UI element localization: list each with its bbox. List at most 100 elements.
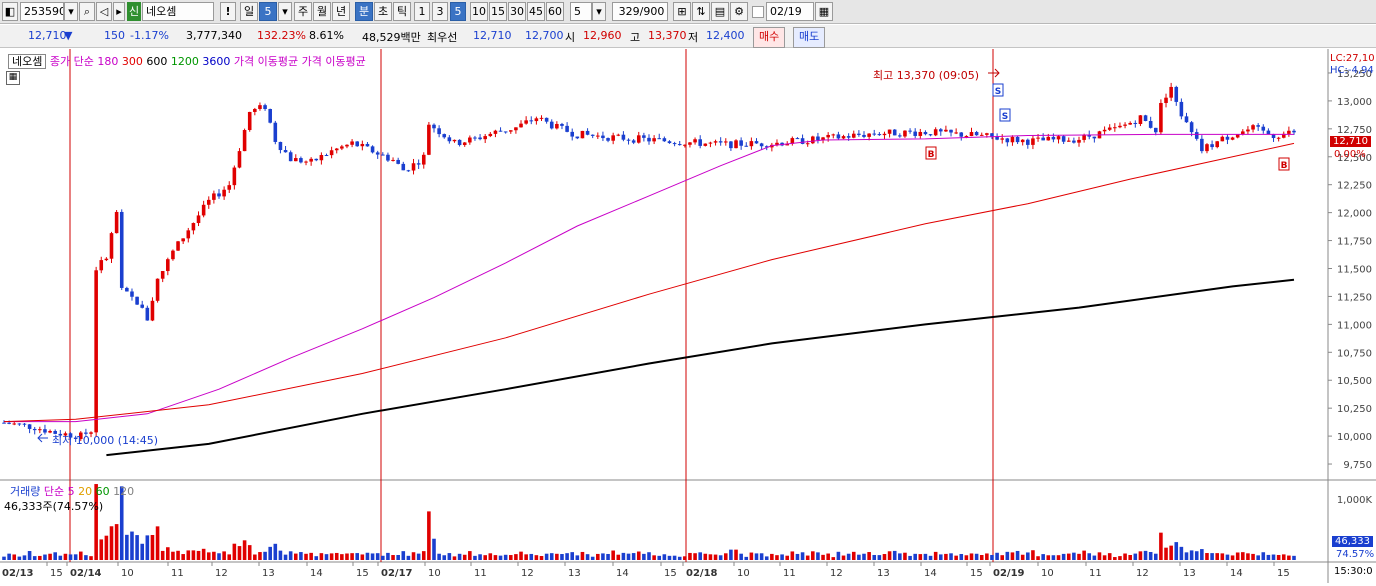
volume-bar <box>12 554 17 560</box>
volume-bar <box>590 556 595 560</box>
save-icon[interactable]: ▤ <box>711 2 729 21</box>
low-price: 12,400 <box>706 29 745 42</box>
volume-bar <box>237 546 242 560</box>
period-dropdown-icon[interactable]: ▾ <box>278 2 292 21</box>
volume-legend: 거래량 단순 5 20 60 120 <box>10 483 134 499</box>
unit-tick-button[interactable]: 틱 <box>393 2 411 21</box>
candle-body <box>708 142 713 144</box>
minute-30-button[interactable]: 30 <box>508 2 526 21</box>
candle-body <box>1010 136 1015 143</box>
candle-body <box>314 158 319 161</box>
interval-input[interactable]: 5 <box>570 2 592 21</box>
interval-dropdown-icon[interactable]: ▾ <box>592 2 606 21</box>
volume-bar <box>759 553 764 560</box>
gear-icon[interactable]: ⚙ <box>730 2 748 21</box>
count-field[interactable]: 329/900 <box>612 2 668 21</box>
candlestick-chart[interactable]: 13,25013,00012,75012,50012,25012,00011,7… <box>0 49 1376 583</box>
minute-45-button[interactable]: 45 <box>527 2 545 21</box>
sell-button[interactable]: 매도 <box>793 27 826 48</box>
volume-bar <box>1246 553 1250 560</box>
price-tick-label: 11,250 <box>1337 292 1372 303</box>
candle-body <box>744 145 749 147</box>
volume-bar <box>1051 555 1056 560</box>
volume-bar <box>826 553 830 560</box>
calendar-icon[interactable]: ▦ <box>815 2 833 21</box>
minute-10-button[interactable]: 10 <box>470 2 488 21</box>
unit-minute-button[interactable]: 분 <box>355 2 373 21</box>
stock-name-field[interactable]: 네오셈 <box>142 2 214 21</box>
stock-code-input[interactable]: 253590 <box>20 2 64 21</box>
hour-axis-label: 13 <box>568 568 581 579</box>
menu-icon[interactable]: ◧ <box>2 2 18 21</box>
candle-body <box>288 152 293 162</box>
candle-body <box>826 134 830 138</box>
period-week-button[interactable]: 주 <box>294 2 312 21</box>
candle-body <box>693 139 697 143</box>
candle-body <box>1041 137 1045 141</box>
volume-bar <box>1061 553 1066 560</box>
date-input[interactable]: 02/19 <box>766 2 814 21</box>
candle-body <box>375 152 380 155</box>
candle-body <box>1235 134 1240 138</box>
candle-body <box>1287 130 1291 134</box>
candle-body <box>667 141 672 144</box>
unit-second-button[interactable]: 초 <box>374 2 392 21</box>
candle-body <box>1215 141 1220 148</box>
volume-bar <box>1097 552 1102 560</box>
buy-button[interactable]: 매수 <box>753 27 786 48</box>
volume-bar <box>928 555 933 560</box>
volume-ratio: 132.23% <box>257 29 306 42</box>
prev-arrow-icon[interactable]: ▸ <box>113 2 125 21</box>
chart-area[interactable]: 13,250 13,000 12,750 12,500 12,250 12,000 11,7… <box>0 49 1376 583</box>
volume-bar <box>913 553 917 560</box>
candle-body <box>683 144 687 146</box>
period-day-button[interactable]: 일 <box>240 2 258 21</box>
candle-body <box>1072 140 1076 143</box>
period-month-button[interactable]: 월 <box>313 2 331 21</box>
candle-body <box>186 230 191 239</box>
candle-body <box>237 151 242 168</box>
candle-body <box>1210 144 1214 148</box>
volume-bar <box>560 554 564 560</box>
volume-bar <box>1056 555 1061 560</box>
volume-bar <box>1287 555 1291 560</box>
candle-body <box>370 146 375 153</box>
speaker-icon[interactable]: ◁ <box>96 2 112 21</box>
minute-15-button[interactable]: 15 <box>489 2 507 21</box>
code-dropdown-icon[interactable]: ▾ <box>64 2 78 21</box>
candle-body <box>928 134 933 136</box>
candle-body <box>575 136 580 139</box>
date-checkbox[interactable] <box>752 6 764 18</box>
candle-body <box>217 193 221 197</box>
period-value[interactable]: 5 <box>259 2 277 21</box>
hour-axis-label: 10 <box>737 568 750 579</box>
chart-tools-icon[interactable]: ⊞ <box>673 2 691 21</box>
volume-bar <box>7 553 11 560</box>
volume-bar <box>877 555 882 560</box>
alert-button[interactable]: ! <box>220 2 236 21</box>
volume-legend-title: 거래량 <box>10 485 41 498</box>
volume-bar <box>1271 554 1276 560</box>
period-year-button[interactable]: 년 <box>332 2 350 21</box>
volume-bar <box>519 551 523 560</box>
candle-body <box>1148 120 1153 128</box>
volume-bar <box>979 555 984 560</box>
minute-60-button[interactable]: 60 <box>546 2 564 21</box>
candle-body <box>324 155 329 157</box>
search-icon[interactable]: ⌕ <box>79 2 95 21</box>
candle-body <box>329 150 334 156</box>
volume-bar <box>903 552 907 560</box>
candle-body <box>299 158 303 163</box>
candle-body <box>1169 86 1173 98</box>
volume-bar <box>1041 554 1045 560</box>
grid-icon[interactable]: ▦ <box>6 71 20 85</box>
volume-bar <box>345 553 349 560</box>
split-chart-icon[interactable]: ⇅ <box>692 2 710 21</box>
volume-bar <box>1102 555 1107 560</box>
minute-1-button[interactable]: 1 <box>414 2 430 21</box>
minute-3-button[interactable]: 3 <box>432 2 448 21</box>
volume-bar <box>416 553 421 560</box>
candle-body <box>140 304 145 308</box>
hour-axis-label: 15 <box>356 568 369 579</box>
minute-5-button[interactable]: 5 <box>450 2 466 21</box>
